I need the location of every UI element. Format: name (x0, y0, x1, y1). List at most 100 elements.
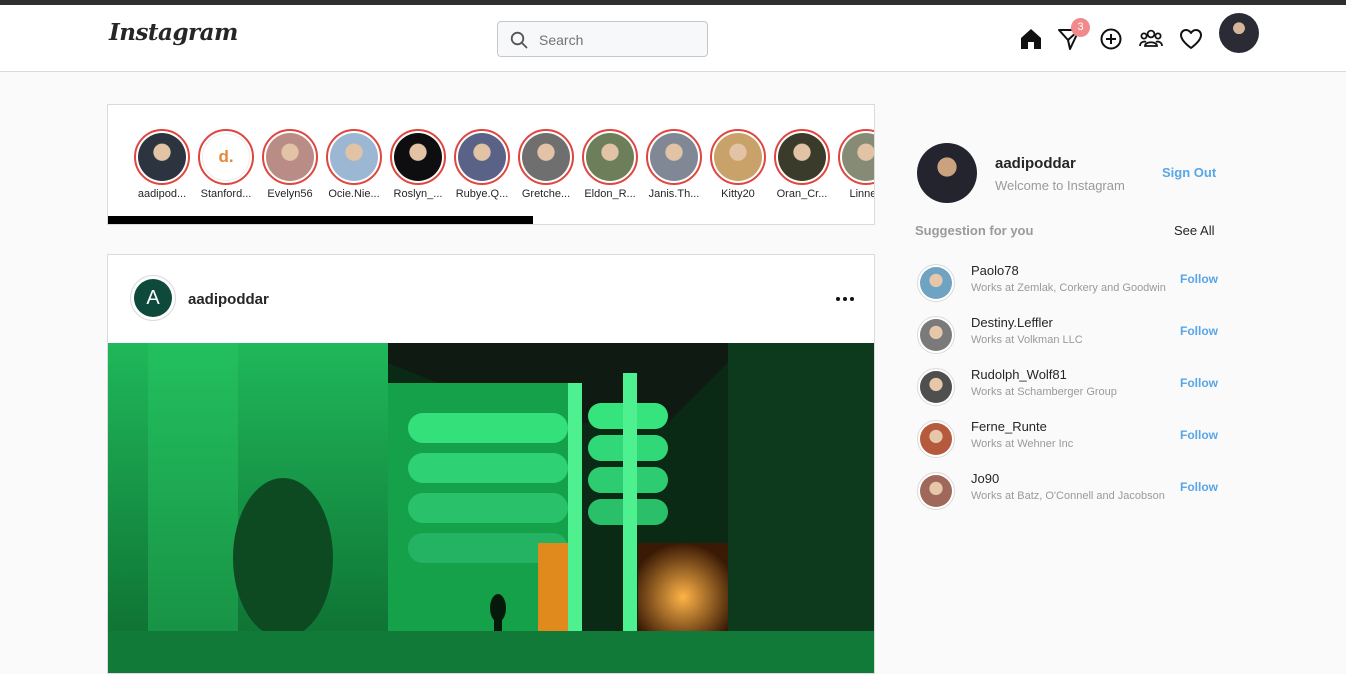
suggestion-avatar-image (920, 267, 952, 299)
story-item[interactable]: Evelyn56 (258, 129, 322, 200)
suggestion-username[interactable]: Jo90 (971, 471, 999, 486)
see-all-link[interactable]: See All (1174, 223, 1214, 238)
more-icon[interactable] (834, 287, 856, 309)
story-avatar[interactable] (710, 129, 766, 185)
story-item[interactable]: Oran_Cr... (770, 129, 834, 200)
follow-button[interactable]: Follow (1180, 272, 1218, 286)
suggestion-avatar[interactable] (917, 472, 955, 510)
follow-button[interactable]: Follow (1180, 376, 1218, 390)
suggestion-workplace: Works at Volkman LLC (971, 334, 1083, 346)
story-avatar-image (458, 133, 506, 181)
people-icon[interactable] (1138, 26, 1164, 52)
my-profile-avatar[interactable] (917, 143, 977, 203)
suggestions-title: Suggestion for you (915, 223, 1034, 238)
story-username: Janis.Th... (648, 188, 700, 200)
suggestion-row: Jo90 Works at Batz, O'Connell and Jacobso… (917, 471, 1219, 511)
story-username: Linnea (849, 188, 874, 200)
story-item[interactable]: Gretche... (514, 129, 578, 200)
suggestion-row: Ferne_Runte Works at Wehner Inc Follow (917, 419, 1219, 459)
feed-post: A aadipoddar (107, 254, 875, 674)
suggestion-username[interactable]: Paolo78 (971, 263, 1019, 278)
suggestion-row: Rudolph_Wolf81 Works at Schamberger Group… (917, 367, 1219, 407)
suggestion-avatar[interactable] (917, 420, 955, 458)
post-image[interactable] (108, 343, 874, 674)
suggestion-avatar[interactable] (917, 264, 955, 302)
story-username: Roslyn_... (393, 188, 443, 200)
suggestion-username[interactable]: Rudolph_Wolf81 (971, 367, 1067, 382)
story-username: Eldon_R... (584, 188, 636, 200)
story-avatar[interactable] (838, 129, 874, 185)
suggestion-workplace: Works at Schamberger Group (971, 386, 1117, 398)
suggestion-row: Paolo78 Works at Zemlak, Corkery and Good… (917, 263, 1219, 303)
story-avatar[interactable] (518, 129, 574, 185)
home-icon[interactable] (1018, 26, 1044, 52)
post-author-username[interactable]: aadipoddar (188, 291, 269, 308)
search-input[interactable] (537, 29, 701, 51)
story-avatar-image (138, 133, 186, 181)
profile-avatar-nav[interactable] (1219, 13, 1259, 53)
story-username: Rubye.Q... (455, 188, 509, 200)
story-avatar[interactable] (326, 129, 382, 185)
message-count-badge: 3 (1071, 18, 1090, 37)
story-avatar-image (842, 133, 874, 181)
story-avatar[interactable] (262, 129, 318, 185)
story-item[interactable]: Roslyn_... (386, 129, 450, 200)
story-avatar-image (778, 133, 826, 181)
stories-bar: aadipod... d. Stanford... Evelyn56 Ocie.Nie.… (107, 104, 875, 225)
my-username[interactable]: aadipoddar (995, 155, 1076, 172)
story-username: Stanford... (200, 188, 252, 200)
story-avatar[interactable] (774, 129, 830, 185)
sign-out-button[interactable]: Sign Out (1162, 165, 1216, 180)
suggestion-username[interactable]: Ferne_Runte (971, 419, 1047, 434)
stories-scrollbar[interactable] (108, 216, 533, 224)
suggestion-workplace: Works at Zemlak, Corkery and Goodwin (971, 282, 1166, 294)
story-avatar[interactable] (134, 129, 190, 185)
story-avatar-image: d. (202, 133, 250, 181)
story-username: Oran_Cr... (776, 188, 828, 200)
story-username: Gretche... (521, 188, 571, 200)
suggestion-avatar-image (920, 371, 952, 403)
suggestion-row: Destiny.Leffler Works at Volkman LLC Follo… (917, 315, 1219, 355)
post-author-initial: A (134, 279, 172, 317)
suggestion-avatar-image (920, 475, 952, 507)
story-avatar-image (586, 133, 634, 181)
story-item[interactable]: Kitty20 (706, 129, 770, 200)
story-avatar[interactable] (646, 129, 702, 185)
story-avatar-image (394, 133, 442, 181)
story-item[interactable]: Rubye.Q... (450, 129, 514, 200)
suggestion-avatar-image (920, 423, 952, 455)
story-item[interactable]: aadipod... (130, 129, 194, 200)
search-box[interactable] (497, 21, 708, 57)
story-avatar-image (650, 133, 698, 181)
follow-button[interactable]: Follow (1180, 480, 1218, 494)
story-username: Ocie.Nie... (328, 188, 380, 200)
story-item[interactable]: Janis.Th... (642, 129, 706, 200)
story-username: Evelyn56 (267, 188, 313, 200)
suggestion-workplace: Works at Batz, O'Connell and Jacobson (971, 490, 1165, 502)
follow-button[interactable]: Follow (1180, 324, 1218, 338)
story-avatar-image (266, 133, 314, 181)
story-avatar[interactable] (390, 129, 446, 185)
story-username: Kitty20 (721, 188, 755, 200)
post-author-avatar[interactable]: A (130, 275, 176, 321)
story-item[interactable]: Linnea (834, 129, 874, 200)
story-username: aadipod... (137, 188, 187, 200)
new-post-icon[interactable] (1098, 26, 1124, 52)
suggestion-username[interactable]: Destiny.Leffler (971, 315, 1053, 330)
story-avatar[interactable] (454, 129, 510, 185)
story-item[interactable]: Eldon_R... (578, 129, 642, 200)
instagram-logo[interactable]: Instagram (109, 19, 238, 46)
follow-button[interactable]: Follow (1180, 428, 1218, 442)
search-icon (510, 31, 528, 49)
story-avatar[interactable] (582, 129, 638, 185)
story-item[interactable]: Ocie.Nie... (322, 129, 386, 200)
story-item[interactable]: d. Stanford... (194, 129, 258, 200)
story-avatar-image (714, 133, 762, 181)
heart-icon[interactable] (1178, 26, 1204, 52)
suggestion-avatar[interactable] (917, 368, 955, 406)
story-avatar[interactable]: d. (198, 129, 254, 185)
welcome-text: Welcome to Instagram (995, 178, 1125, 193)
story-avatar-image (330, 133, 378, 181)
suggestion-workplace: Works at Wehner Inc (971, 438, 1074, 450)
suggestion-avatar[interactable] (917, 316, 955, 354)
